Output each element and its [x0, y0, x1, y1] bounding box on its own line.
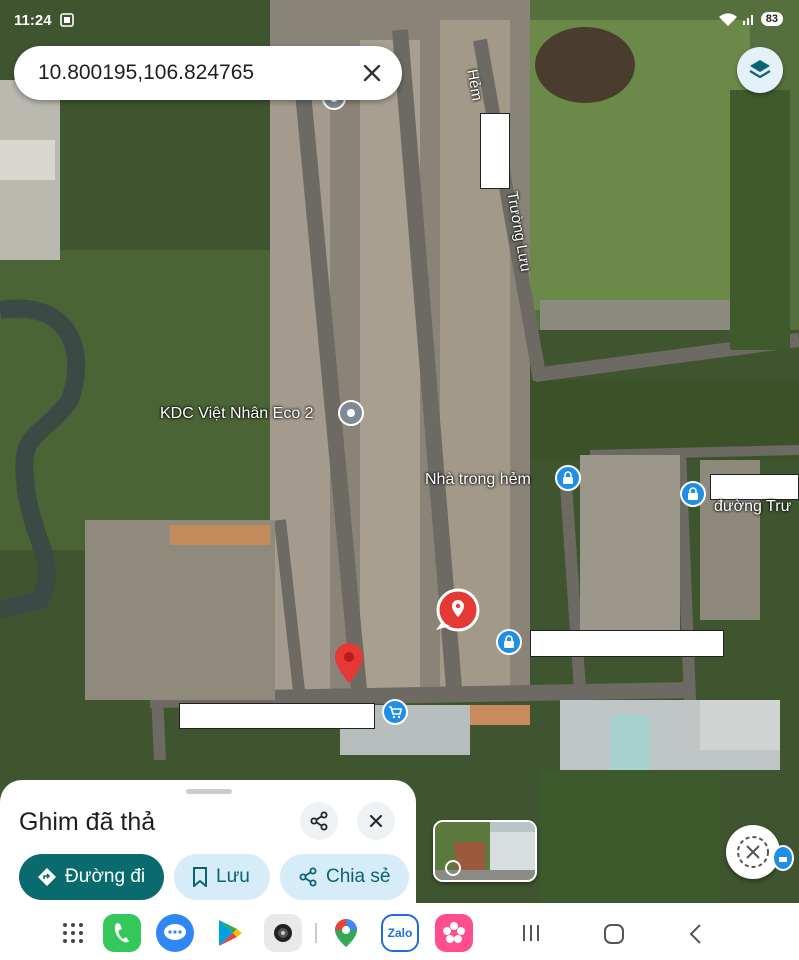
share-icon	[310, 811, 328, 831]
poi-pin-cart[interactable]	[382, 699, 408, 725]
close-icon[interactable]	[358, 59, 386, 87]
status-bar: 11:24 83	[0, 0, 799, 40]
dock-divider	[315, 923, 317, 943]
clock: 11:24	[14, 12, 52, 29]
navigation-bar: Zalo	[0, 903, 799, 960]
redacted-block	[179, 703, 375, 729]
messages-app-icon[interactable]	[156, 914, 194, 952]
redacted-block	[710, 474, 799, 500]
street-view-thumbnail[interactable]	[433, 820, 537, 882]
lock-icon	[779, 857, 787, 862]
redacted-block	[530, 630, 724, 657]
save-button[interactable]: Lưu	[174, 854, 270, 900]
screenshot-icon	[60, 13, 74, 27]
maps-app-icon[interactable]	[327, 914, 365, 952]
poi-pin-edge[interactable]	[772, 845, 794, 871]
street-view-image	[435, 822, 535, 880]
save-label: Lưu	[216, 866, 250, 887]
dropped-pin-marker[interactable]	[434, 588, 482, 636]
app-drawer-icon[interactable]	[62, 922, 84, 944]
shopping-cart-icon	[389, 706, 402, 719]
share-label: Chia sẻ	[326, 866, 391, 887]
place-sheet[interactable]: Ghim đã thả Đường đi Lưu Chia sẻ	[0, 780, 416, 915]
search-query[interactable]: 10.800195,106.824765	[38, 61, 254, 85]
directions-label: Đường đi	[65, 866, 146, 887]
lock-icon	[688, 487, 698, 500]
recent-apps-icon[interactable]	[520, 923, 542, 943]
wifi-icon	[719, 13, 737, 26]
flower-icon	[443, 922, 465, 943]
poi-pin-duong[interactable]	[680, 481, 706, 507]
redacted-block	[480, 113, 510, 189]
camera-icon	[274, 924, 292, 942]
zalo-label: Zalo	[387, 926, 413, 940]
play-store-app-icon[interactable]	[211, 914, 249, 952]
close-sheet-button[interactable]	[357, 802, 395, 840]
layers-button[interactable]	[737, 47, 783, 93]
camera-app-icon[interactable]	[264, 914, 302, 952]
zalo-app-icon[interactable]: Zalo	[381, 914, 419, 952]
phone-app-icon[interactable]	[103, 914, 141, 952]
close-icon	[370, 815, 382, 827]
battery-indicator: 83	[760, 12, 783, 26]
home-icon[interactable]	[603, 923, 625, 945]
bookmark-icon	[193, 867, 207, 887]
poi-pin-nha-trong-hem[interactable]	[555, 465, 581, 491]
play-store-icon	[219, 920, 242, 946]
layers-icon	[749, 60, 771, 79]
maps-icon	[335, 919, 357, 947]
gallery-app-icon[interactable]	[435, 914, 473, 952]
search-bar[interactable]: 10.800195,106.824765	[14, 46, 402, 100]
directions-button[interactable]: Đường đi	[19, 854, 164, 900]
poi-pin-shop[interactable]	[496, 629, 522, 655]
poi-label-duong-tru[interactable]: đường Trư	[714, 498, 791, 516]
share-icon	[299, 867, 317, 887]
sheet-title: Ghim đã thả	[19, 808, 156, 836]
lock-icon	[563, 471, 573, 484]
poi-pin-kdc[interactable]	[338, 400, 364, 426]
chat-bubble-icon	[164, 924, 186, 940]
lock-icon	[504, 635, 514, 648]
directions-icon	[38, 868, 56, 886]
poi-label-nha-trong-hem[interactable]: Nhà trong hẻm	[425, 471, 531, 489]
poi-label-kdc[interactable]: KDC Việt Nhân Eco 2	[160, 405, 314, 423]
back-icon[interactable]	[688, 923, 704, 945]
share-icon-button[interactable]	[300, 802, 338, 840]
map-pin-icon[interactable]	[334, 642, 364, 684]
signal-icon	[743, 15, 753, 25]
phone-icon	[114, 923, 129, 943]
compass-icon	[737, 836, 769, 868]
drag-handle[interactable]	[186, 789, 232, 794]
share-button[interactable]: Chia sẻ	[280, 854, 409, 900]
place-dot-icon	[347, 409, 355, 417]
